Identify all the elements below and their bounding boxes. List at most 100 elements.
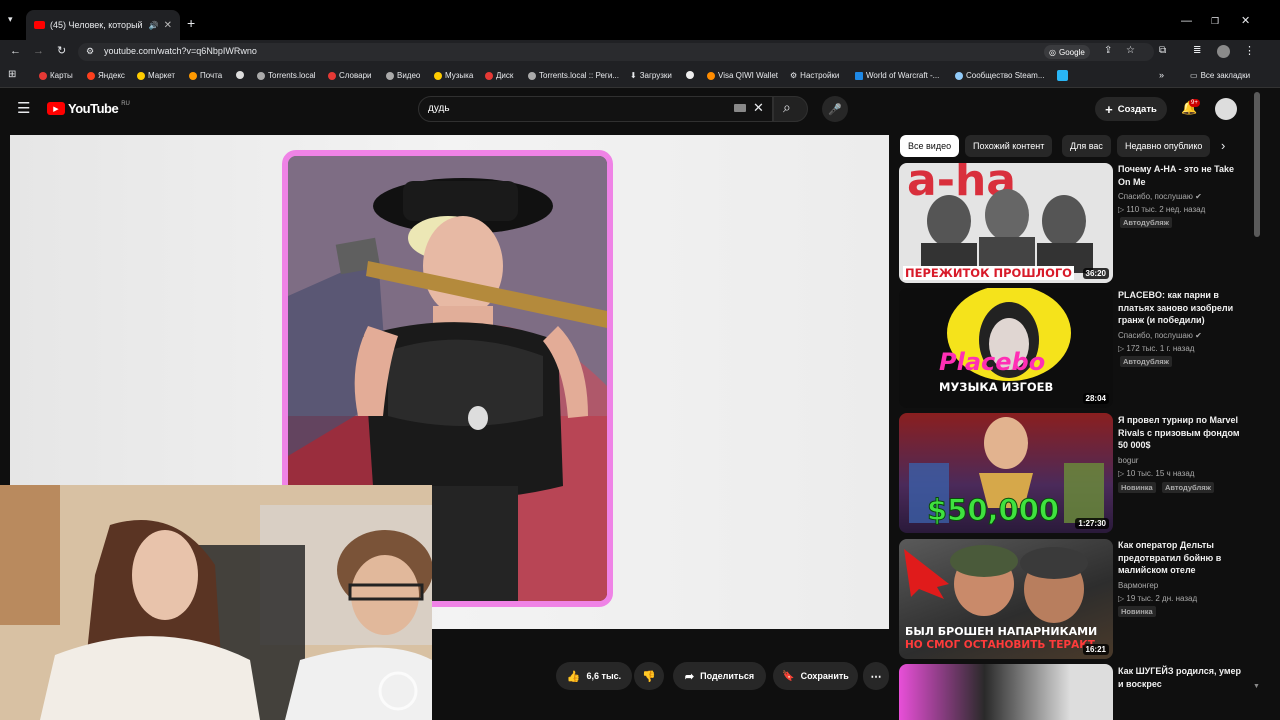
channel-name[interactable]: Вармонгер — [1118, 581, 1158, 590]
bookmark-item[interactable]: Карты — [39, 71, 73, 80]
keyboard-icon[interactable] — [734, 104, 746, 112]
thumb-people-drawing — [921, 189, 1093, 273]
bookmark-item[interactable] — [686, 71, 694, 79]
maximize-icon[interactable]: ❐ — [1211, 17, 1219, 26]
search-box[interactable] — [418, 96, 773, 122]
reload-icon[interactable]: ↻ — [57, 46, 66, 57]
tab-title: (45) Человек, который изм — [50, 20, 144, 30]
minimize-icon[interactable]: — — [1181, 16, 1192, 27]
play-small-icon: ▷ — [1118, 594, 1125, 603]
page-scrollbar-thumb[interactable] — [1254, 92, 1260, 237]
thumbs-up-icon: 👍 — [566, 670, 581, 683]
create-button[interactable]: + Создать — [1095, 97, 1167, 121]
bookmark-item[interactable]: Torrents.local :: Реги... — [528, 71, 619, 80]
close-window-icon[interactable]: ✕ — [1241, 16, 1250, 27]
bookmark-item[interactable]: Сообщество Steam... — [955, 71, 1044, 80]
search-input[interactable]: дудь — [428, 103, 450, 114]
bookmark-item[interactable]: Диск — [485, 71, 513, 80]
video-thumbnail[interactable]: a-ha ПЕРЕЖИТОК ПРОШЛОГО 36:20 — [899, 163, 1113, 283]
new-tab-icon[interactable]: + — [187, 16, 195, 30]
video-thumbnail[interactable]: $50,000 1:27:30 — [899, 413, 1113, 533]
search-icon: ⌕ — [783, 99, 791, 115]
chip-recent[interactable]: Недавно опублико — [1117, 135, 1210, 157]
more-actions-button[interactable]: ⋯ — [863, 662, 889, 690]
youtube-favicon-icon — [34, 21, 45, 29]
video-title[interactable]: Почему A-HA - это не Take On Me — [1118, 163, 1242, 188]
chips-next-icon[interactable]: › — [1221, 139, 1225, 152]
profile-avatar-icon[interactable] — [1217, 45, 1230, 58]
plus-icon: + — [1105, 101, 1113, 117]
apps-grid-icon[interactable]: ⊞ — [8, 70, 16, 80]
chip-related[interactable]: Похожий контент — [965, 135, 1053, 157]
video-title[interactable]: Как оператор Дельты предотвратил бойню в… — [1118, 539, 1242, 577]
share-button[interactable]: ➦ Поделиться — [673, 662, 766, 690]
video-title[interactable]: Я провел турнир по Marvel Rivals с призо… — [1118, 414, 1242, 452]
market-icon — [137, 71, 145, 80]
chip-for-you[interactable]: Для вас — [1062, 135, 1111, 157]
dislike-button[interactable]: 👎 — [634, 662, 664, 690]
thumbs-down-icon: 👎 — [642, 670, 656, 683]
bookmark-item[interactable] — [236, 71, 244, 79]
video-title[interactable]: PLACEBO: как парни в платьях заново изоб… — [1118, 289, 1242, 327]
bookmark-item[interactable]: Словари — [328, 71, 372, 80]
new-badge: Новинка — [1118, 482, 1156, 493]
disk-icon — [485, 71, 493, 80]
send-to-device-icon[interactable]: ⇪ — [1104, 46, 1112, 56]
channel-name[interactable]: Спасибо, послушаю ✔ — [1118, 192, 1202, 201]
tab-search-icon[interactable]: ▾ — [8, 15, 13, 24]
reading-list-icon[interactable]: ≣ — [1193, 46, 1201, 56]
clear-search-icon[interactable]: ✕ — [753, 101, 764, 114]
auto-dub-badge: Автодубляж — [1162, 482, 1214, 493]
channel-name[interactable]: bogur — [1118, 456, 1138, 465]
bookmark-item[interactable]: Маркет — [137, 71, 175, 80]
settings-gear-icon: ⚙ — [790, 71, 798, 80]
voice-search-button[interactable]: 🎤 — [822, 96, 848, 122]
torrents-icon — [257, 71, 265, 80]
save-button[interactable]: 🔖 Сохранить — [773, 662, 858, 690]
folder-icon: ▭ — [1190, 71, 1198, 80]
channel-name[interactable]: Спасибо, послушаю ✔ — [1118, 331, 1202, 340]
video-title[interactable]: Как ШУГЕЙЗ родился, умер и воскрес — [1118, 665, 1242, 690]
forward-icon[interactable]: → — [33, 46, 44, 57]
bookmark-star-icon[interactable]: ☆ — [1126, 46, 1135, 56]
video-thumbnail[interactable]: БЫЛ БРОШЕН НАПАРНИКАМИ НО СМОГ ОСТАНОВИТ… — [899, 539, 1113, 659]
video-duration: 16:21 — [1082, 644, 1109, 655]
bookmark-item[interactable]: Видео — [386, 71, 420, 80]
new-badge: Новинка — [1118, 606, 1156, 617]
bookmark-item[interactable]: World of Warcraft -... — [855, 71, 939, 80]
bookmark-item[interactable]: Музыка — [434, 71, 473, 80]
more-bookmarks-icon[interactable]: » — [1159, 71, 1164, 80]
webcam-scene — [0, 485, 432, 720]
like-button[interactable]: 👍 6,6 тыс. — [556, 662, 632, 690]
bookmark-item[interactable]: Visa QIWI Wallet — [707, 71, 778, 80]
browser-tab[interactable]: (45) Человек, который изм 🔊 ✕ — [26, 10, 180, 40]
back-icon[interactable]: ← — [10, 46, 21, 57]
bookmark-item[interactable]: Torrents.local — [257, 71, 316, 80]
bookmark-item[interactable]: Почта — [189, 71, 222, 80]
video-thumbnail[interactable]: Placebo МУЗЫКА ИЗГОЕВ 28:04 — [899, 288, 1113, 408]
all-bookmarks[interactable]: ▭ Все закладки — [1190, 71, 1250, 80]
scroll-down-arrow-icon[interactable]: ▼ — [1253, 683, 1260, 690]
extensions-icon[interactable]: ⧉ — [1159, 46, 1166, 56]
share-arrow-icon: ➦ — [684, 670, 695, 683]
bookmark-item[interactable]: ⬇ Загрузки — [630, 71, 672, 80]
youtube-play-logo-icon: ▶ — [47, 102, 65, 115]
google-lens-button[interactable]: ◎ Google — [1044, 45, 1090, 59]
video-duration: 28:04 — [1082, 393, 1109, 404]
bookmark-item[interactable]: Яндекс — [87, 71, 125, 80]
video-duration: 36:20 — [1082, 268, 1109, 279]
tab-close-icon[interactable]: ✕ — [164, 20, 172, 31]
account-avatar[interactable] — [1215, 98, 1237, 120]
video-thumbnail[interactable] — [899, 664, 1113, 720]
site-info-icon[interactable]: ⚙ — [86, 47, 94, 56]
steam-icon — [955, 71, 963, 80]
video-stats: ▷ 110 тыс. 2 нед. назад — [1118, 205, 1206, 214]
bookmark-item[interactable]: ⚙ Настройки — [790, 71, 839, 80]
url-text[interactable]: youtube.com/watch?v=q6NbpIWRwno — [104, 46, 257, 56]
hamburger-menu-icon[interactable]: ☰ — [17, 101, 30, 116]
search-bookmark-icon[interactable] — [1057, 70, 1068, 81]
youtube-logo[interactable]: ▶ YouTube RU — [47, 101, 130, 116]
browser-menu-icon[interactable]: ⋮ — [1244, 46, 1255, 57]
chip-all-videos[interactable]: Все видео — [900, 135, 960, 157]
audio-playing-icon[interactable]: 🔊 — [149, 21, 159, 30]
